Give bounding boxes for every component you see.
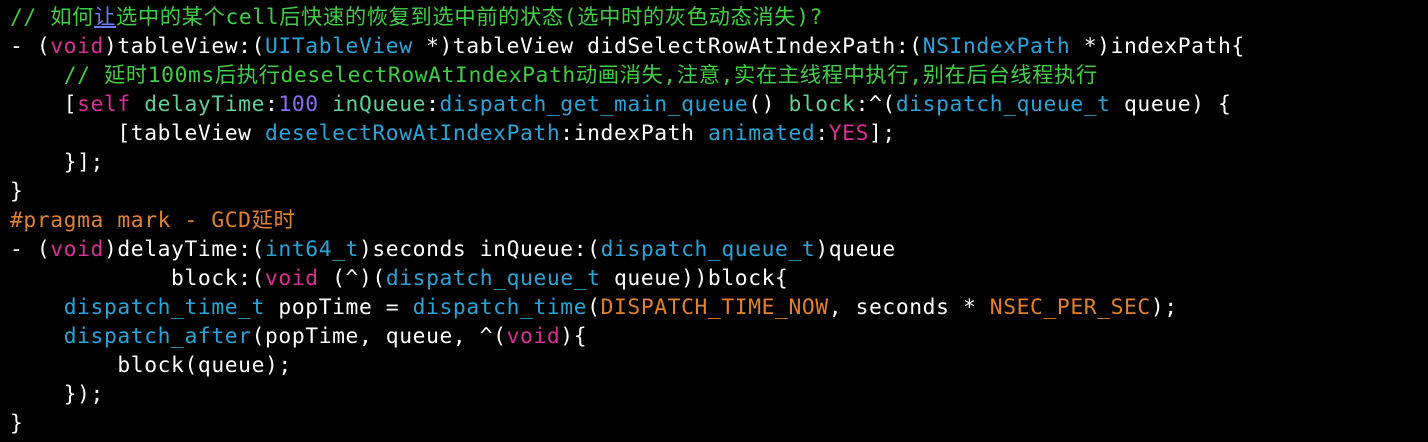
code-token: YES [828,121,869,146]
code-token: popTime = [265,295,413,320]
code-token: NSIndexPath [922,34,1071,59]
code-line: // 如何让选中的某个cell后快速的恢复到选中前的状态(选中时的灰色动态消失)… [10,3,1428,32]
code-token: }); [10,382,104,407]
code-line: }]; [10,148,1428,177]
code-token: ( [587,295,601,320]
code-token: :^( [855,92,896,117]
code-token: UITableView [265,34,413,59]
code-link-token[interactable]: 让 [94,5,116,30]
code-token: *)tableView didSelectRowAtIndexPath:( [412,34,923,59]
code-token: dispatch_queue_t [895,92,1111,117]
code-token: dispatch_after [63,324,252,349]
code-line: block:(void (^)(dispatch_queue_t queue))… [10,264,1428,293]
code-editor[interactable]: // 如何让选中的某个cell后快速的恢复到选中前的状态(选中时的灰色动态消失)… [0,0,1428,442]
code-token: } [10,411,24,436]
code-token: 选中的某个cell后快速的恢复到选中前的状态(选中时的灰色动态消失)? [115,5,824,30]
code-token: ]; [869,121,896,146]
code-token: (popTime, queue, ^( [251,324,507,349]
code-token: *)indexPath{ [1070,34,1245,59]
code-token: }]; [10,150,104,175]
code-token: )tableView:( [103,34,266,59]
code-token: :indexPath [560,121,708,146]
code-token: NSEC_PER_SEC [989,295,1151,320]
code-token: dispatch_queue_t [600,237,816,262]
code-line: block(queue); [10,351,1428,380]
code-token: - ( [10,237,51,262]
code-token: () [748,92,789,117]
code-token: ); [1150,295,1178,320]
code-token: inQueue [332,92,427,117]
code-token: dispatch_get_main_queue [439,92,749,117]
code-token: dispatch_time_t [63,295,266,320]
code-line: }); [10,380,1428,409]
code-token: [ [10,92,78,117]
code-token: int64_t [265,237,359,262]
code-line: - (void)tableView:(UITableView *)tableVi… [10,32,1428,61]
code-token: queue) { [1110,92,1232,117]
code-line: // 延时100ms后执行deselectRowAtIndexPath动画消失,… [10,61,1428,90]
code-token: (^)( [318,266,386,291]
code-token: void [50,34,104,59]
code-token: #pragma mark - GCD延时 [10,208,296,233]
code-token: // 延时100ms后执行deselectRowAtIndexPath动画消失,… [63,63,1098,88]
code-line: [tableView deselectRowAtIndexPath:indexP… [10,119,1428,148]
code-line: } [10,177,1428,206]
code-token: self [77,92,131,117]
code-line: #pragma mark - GCD延时 [10,206,1428,235]
code-token: : [426,92,440,117]
code-token: block [788,92,856,117]
code-token: block(queue); [10,353,292,378]
code-token: // 如何 [10,5,95,30]
code-token: void [265,266,319,291]
code-token: dispatch_queue_t [385,266,601,291]
code-token: : [815,121,829,146]
code-token: )delayTime:( [103,237,266,262]
code-token: DISPATCH_TIME_NOW [600,295,829,320]
code-token: animated [707,121,816,146]
code-token: )seconds inQueue:( [358,237,601,262]
code-token: , seconds * [828,295,990,320]
code-line: } [10,409,1428,438]
code-token: - ( [10,34,51,59]
code-line: dispatch_time_t popTime = dispatch_time(… [10,293,1428,322]
code-token: block:( [10,266,266,291]
code-token: ){ [560,324,588,349]
code-token: queue))block{ [600,266,789,291]
code-line: dispatch_after(popTime, queue, ^(void){ [10,322,1428,351]
code-token: 100 [278,92,319,117]
code-token: dispatch_time [412,295,588,320]
code-token: void [506,324,561,349]
code-line: [self delayTime:100 inQueue:dispatch_get… [10,90,1428,119]
code-token: delayTime [144,92,266,117]
code-token: : [265,92,279,117]
code-token: )queue [815,237,896,262]
code-line: - (void)delayTime:(int64_t)seconds inQue… [10,235,1428,264]
code-token: } [10,179,24,204]
code-token: deselectRowAtIndexPath [265,121,561,146]
code-token: [tableView [10,121,266,146]
code-token: void [50,237,104,262]
